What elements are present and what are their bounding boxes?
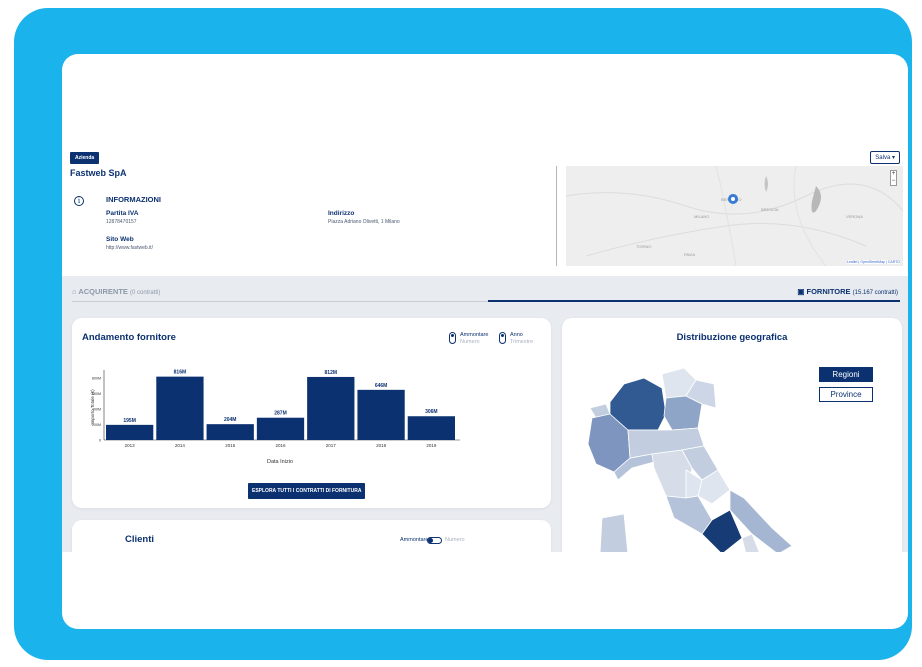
- clients-toggle-amount-label: Ammontare: [400, 537, 429, 543]
- clients-card: Clienti Ammontare Numero: [72, 520, 551, 552]
- amount-number-toggle[interactable]: [449, 332, 456, 344]
- x-tick-label: 2015: [225, 443, 236, 448]
- trend-bar-chart: 800M600M400M200M0195M2013816M2014204M201…: [90, 370, 460, 465]
- zoom-out-icon[interactable]: −: [891, 178, 896, 185]
- clients-amount-number-toggle[interactable]: [427, 537, 442, 544]
- address-value: Piazza Adriano Olivetti, 1 Milano: [328, 219, 400, 225]
- page-content: Azienda Salva ▾ Fastweb SpA i INFORMAZIO…: [62, 150, 908, 552]
- x-tick-label: 2019: [426, 443, 437, 448]
- bar-2016[interactable]: [256, 417, 305, 440]
- bar-2013[interactable]: [106, 424, 154, 440]
- y-tick-label: 0: [99, 439, 101, 443]
- geo-title: Distribuzione geografica: [676, 332, 788, 343]
- x-tick-label: 2018: [376, 443, 387, 448]
- address-label: Indirizzo: [328, 210, 355, 217]
- regions-button[interactable]: Regioni: [819, 367, 873, 382]
- x-tick-label: 2013: [125, 443, 136, 448]
- tab-acquirente-count: (0 contratti): [130, 290, 161, 296]
- x-axis-label: Data Inizio: [267, 459, 293, 465]
- bar-2015[interactable]: [206, 424, 254, 440]
- piva-value: 12878470157: [106, 219, 137, 225]
- tab-fornitore-count: (15.167 contratti): [852, 290, 898, 296]
- bar-data-label: 306M: [425, 409, 438, 415]
- map-place-verona: VERONA: [846, 214, 863, 219]
- bar-2017[interactable]: [307, 376, 355, 440]
- bar-data-label: 816M: [174, 370, 187, 376]
- info-section-title: INFORMAZIONI: [106, 195, 161, 204]
- website-link[interactable]: http://www.fastweb.it/: [106, 245, 153, 251]
- company-name: Fastweb SpA: [70, 168, 127, 178]
- bar-data-label: 204M: [224, 417, 237, 423]
- chevron-down-icon: ▾: [891, 155, 895, 161]
- clients-toggle-number-label: Numero: [445, 537, 465, 543]
- region-sardegna: [599, 513, 629, 552]
- header-divider: [556, 166, 557, 266]
- supplier-icon: ▣: [797, 287, 805, 296]
- geo-card: Distribuzione geografica Regioni Provinc…: [562, 318, 902, 552]
- y-tick-label: 800M: [92, 376, 101, 380]
- map-place-pavia: PAVIA: [684, 252, 696, 257]
- year-quarter-toggle[interactable]: [499, 332, 506, 344]
- x-tick-label: 2016: [275, 443, 286, 448]
- map-place-brescia: BRESCIA: [761, 207, 779, 212]
- bar-data-label: 287M: [274, 411, 287, 417]
- trend-title: Andamento fornitore: [82, 332, 176, 343]
- bar-2019[interactable]: [407, 416, 455, 440]
- region-lazio: [665, 495, 713, 535]
- tab-fornitore-label: FORNITORE: [806, 287, 851, 296]
- map-attribution[interactable]: Leaflet | OpenStreetMap | CARTO: [846, 260, 900, 264]
- tab-acquirente-label: ACQUIRENTE: [78, 287, 128, 296]
- active-tab-indicator: [488, 300, 900, 302]
- bar-2018[interactable]: [357, 389, 405, 440]
- map-place-milano: MILANO: [694, 214, 709, 219]
- location-map[interactable]: BERGAMO MILANO BRESCIA VERONA TORINO PAV…: [566, 166, 903, 266]
- map-marker-icon[interactable]: [728, 194, 739, 212]
- y-axis-label: Importo Totale (€): [90, 389, 95, 425]
- map-tiles: BERGAMO MILANO BRESCIA VERONA TORINO PAV…: [566, 166, 903, 266]
- website-label: Sito Web: [106, 236, 134, 243]
- bar-data-label: 646M: [375, 383, 388, 389]
- region-puglia: [729, 489, 793, 552]
- italy-choropleth-map[interactable]: [562, 358, 822, 552]
- info-icon: i: [74, 196, 84, 206]
- tab-acquirente[interactable]: ⌂ ACQUIRENTE (0 contratti): [72, 287, 160, 296]
- save-label: Salva: [875, 155, 891, 161]
- tab-fornitore[interactable]: ▣ FORNITORE (15.167 contratti): [797, 287, 898, 296]
- clients-title: Clienti: [125, 534, 155, 545]
- explore-contracts-button[interactable]: ESPLORA TUTTI I CONTRATTI DI FORNITURA: [248, 483, 366, 499]
- entity-type-badge: Azienda: [70, 152, 100, 164]
- zoom-in-icon[interactable]: +: [891, 171, 896, 178]
- toggle-number-label: Numero: [460, 339, 480, 345]
- toggle-year-label: Anno: [510, 332, 523, 338]
- trend-card: Andamento fornitore Ammontare Numero Ann…: [72, 318, 551, 508]
- map-zoom-control[interactable]: + −: [890, 170, 897, 186]
- save-dropdown-button[interactable]: Salva ▾: [870, 151, 900, 164]
- x-tick-label: 2014: [175, 443, 186, 448]
- app-screen: Azienda Salva ▾ Fastweb SpA i INFORMAZIO…: [62, 54, 908, 629]
- bar-2014[interactable]: [156, 376, 204, 440]
- piva-label: Partita IVA: [106, 210, 139, 217]
- bar-data-label: 812M: [325, 370, 338, 376]
- provinces-button[interactable]: Province: [819, 387, 873, 402]
- x-tick-label: 2017: [326, 443, 337, 448]
- toggle-quarter-label: Trimestre: [510, 339, 534, 345]
- toggle-amount-label: Ammontare: [460, 332, 489, 338]
- bar-data-label: 195M: [123, 418, 136, 424]
- briefcase-icon: ⌂: [72, 287, 77, 296]
- map-place-torino: TORINO: [636, 244, 651, 249]
